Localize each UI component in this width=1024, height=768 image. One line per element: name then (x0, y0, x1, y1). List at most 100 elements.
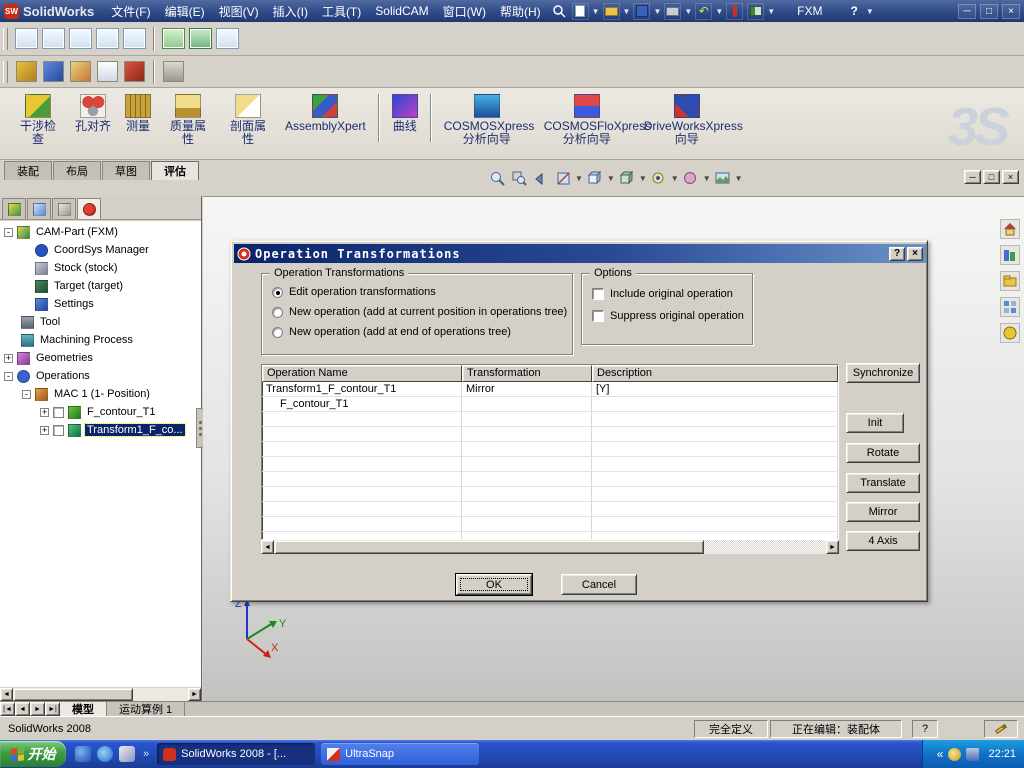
cmd-hole-alignment[interactable]: 孔对齐 (68, 94, 118, 133)
init-button[interactable]: Init (846, 413, 904, 433)
table-horizontal-scrollbar[interactable]: ◄ ► (261, 540, 839, 554)
radio-button-selected[interactable] (272, 286, 283, 298)
tray-icon-2[interactable] (966, 747, 980, 761)
cmd-mass-properties[interactable]: 质量属性 (158, 94, 218, 146)
collapse-icon[interactable]: - (4, 371, 13, 381)
tab-assembly[interactable]: 装配 (4, 161, 52, 180)
cmd-interference-check[interactable]: 干涉检查 (8, 94, 68, 146)
column-header-transformation[interactable]: Transformation (462, 365, 592, 382)
tree-item-f-contour[interactable]: + F_contour_T1 (0, 403, 201, 421)
search-icon[interactable] (550, 2, 568, 20)
file-explorer-icon[interactable] (1000, 271, 1020, 291)
tree-item-transform[interactable]: + Transform1_F_co... (0, 421, 201, 439)
toolbar2-icon-6[interactable] (163, 61, 184, 82)
menu-insert[interactable]: 插入(I) (266, 0, 315, 23)
toolbar2-icon-5[interactable] (124, 61, 145, 82)
menu-tools[interactable]: 工具(T) (315, 0, 368, 23)
tree-item-cam-part[interactable]: - CAM-Part (FXM) (0, 223, 201, 241)
toolbar1-icon-6[interactable] (162, 28, 185, 49)
document-close-button[interactable]: × (1002, 170, 1019, 184)
view-orientation-icon[interactable] (586, 169, 604, 187)
minimize-button[interactable]: ─ (958, 3, 976, 19)
display-style-icon[interactable] (618, 169, 636, 187)
radio-new-operation-current[interactable]: New operation (add at current position i… (262, 302, 572, 322)
maximize-button[interactable]: □ (980, 3, 998, 19)
toolbar1-icon-2[interactable] (42, 28, 65, 49)
resources-home-icon[interactable] (1000, 219, 1020, 239)
tree-item-stock[interactable]: Stock (stock) (0, 259, 201, 277)
status-edit-pencil[interactable] (984, 719, 1018, 738)
taskbar-task-solidworks[interactable]: SolidWorks 2008 - [... (157, 743, 316, 765)
expand-icon[interactable]: + (40, 425, 49, 435)
section-view-dropdown-icon[interactable]: ▼ (575, 174, 583, 183)
quick-launch-icon-3[interactable] (119, 746, 135, 762)
menu-file[interactable]: 文件(F) (104, 0, 157, 23)
tray-clock[interactable]: 22:21 (988, 748, 1016, 760)
tree-item-operations[interactable]: - Operations (0, 367, 201, 385)
view-palette-icon[interactable] (1000, 297, 1020, 317)
menu-solidcam[interactable]: SolidCAM (368, 1, 435, 21)
start-button[interactable]: 开始 (0, 741, 66, 767)
radio-button[interactable] (272, 306, 283, 318)
checkbox-include-original[interactable]: Include original operation (582, 284, 752, 304)
dialog-title-bar[interactable]: Operation Transformations ? × (234, 244, 926, 263)
table-row[interactable]: F_contour_T1 (262, 397, 838, 412)
last-tab-icon[interactable]: ►| (45, 702, 60, 716)
zoom-to-area-icon[interactable] (510, 169, 528, 187)
design-library-icon[interactable] (1000, 245, 1020, 265)
rotate-button[interactable]: Rotate (846, 443, 920, 463)
menu-edit[interactable]: 编辑(E) (158, 0, 212, 23)
document-restore-button[interactable]: □ (983, 170, 1000, 184)
toolbar2-icon-1[interactable] (16, 61, 37, 82)
print-dropdown-icon[interactable]: ▼ (684, 7, 692, 16)
tab-sketch[interactable]: 草图 (102, 161, 150, 180)
operation-checkbox[interactable] (53, 424, 64, 436)
tree-item-machining-process[interactable]: Machining Process (0, 331, 201, 349)
print-icon[interactable] (664, 2, 682, 20)
scrollbar-thumb[interactable] (274, 540, 704, 554)
tab-evaluate[interactable]: 评估 (151, 161, 199, 180)
quick-launch-icon-2[interactable] (97, 746, 113, 762)
scene-icon[interactable] (714, 169, 732, 187)
tree-horizontal-scrollbar[interactable]: ◄ ► (0, 688, 201, 701)
scrollbar-thumb[interactable] (13, 688, 133, 701)
cmd-measure[interactable]: 测量 (118, 94, 158, 133)
toolbar1-icon-3[interactable] (69, 28, 92, 49)
section-view-icon[interactable] (554, 169, 572, 187)
radio-new-operation-end[interactable]: New operation (add at end of operations … (262, 322, 572, 342)
cmd-assemblyxpert[interactable]: AssemblyXpert (278, 94, 373, 133)
collapse-icon[interactable]: - (4, 227, 13, 237)
document-minimize-button[interactable]: ─ (964, 170, 981, 184)
dialog-close-button[interactable]: × (907, 246, 923, 261)
toolbar1-icon-5[interactable] (123, 28, 146, 49)
display-style-dropdown-icon[interactable]: ▼ (639, 174, 647, 183)
undo-icon[interactable]: ↶ (695, 2, 713, 20)
toolbar-grip[interactable] (3, 60, 8, 83)
save-dropdown-icon[interactable]: ▼ (653, 7, 661, 16)
save-icon[interactable] (633, 2, 651, 20)
toolbar-grip[interactable] (3, 27, 8, 50)
tab-motion-study[interactable]: 运动算例 1 (107, 702, 186, 716)
prev-tab-icon[interactable]: ◄ (15, 702, 30, 716)
toolbar1-icon-4[interactable] (96, 28, 119, 49)
new-document-dropdown-icon[interactable]: ▼ (592, 7, 600, 16)
menu-view[interactable]: 视图(V) (212, 0, 266, 23)
hide-show-dropdown-icon[interactable]: ▼ (671, 174, 679, 183)
featuremanager-tab[interactable] (2, 198, 26, 219)
previous-view-icon[interactable] (532, 169, 550, 187)
cmd-cosmosfloxpress[interactable]: COSMOSFloXpress 分析向导 (537, 94, 651, 146)
tray-collapse-icon[interactable]: « (937, 747, 944, 761)
toolbar1-icon-7[interactable] (189, 28, 212, 49)
next-tab-icon[interactable]: ► (30, 702, 45, 716)
tree-item-coordsys-manager[interactable]: CoordSys Manager (0, 241, 201, 259)
toolbar1-icon-8[interactable] (216, 28, 239, 49)
tree-item-settings[interactable]: Settings (0, 295, 201, 313)
zoom-to-fit-icon[interactable] (488, 169, 506, 187)
mirror-button[interactable]: Mirror (846, 502, 920, 522)
checkbox[interactable] (592, 310, 604, 322)
toolbar2-icon-2[interactable] (43, 61, 64, 82)
ok-button[interactable]: OK (455, 573, 533, 596)
toolbar2-icon-4[interactable] (97, 61, 118, 82)
checkbox-suppress-original[interactable]: Suppress original operation (582, 306, 752, 326)
taskbar-task-ultrasnap[interactable]: UltraSnap (321, 743, 480, 765)
